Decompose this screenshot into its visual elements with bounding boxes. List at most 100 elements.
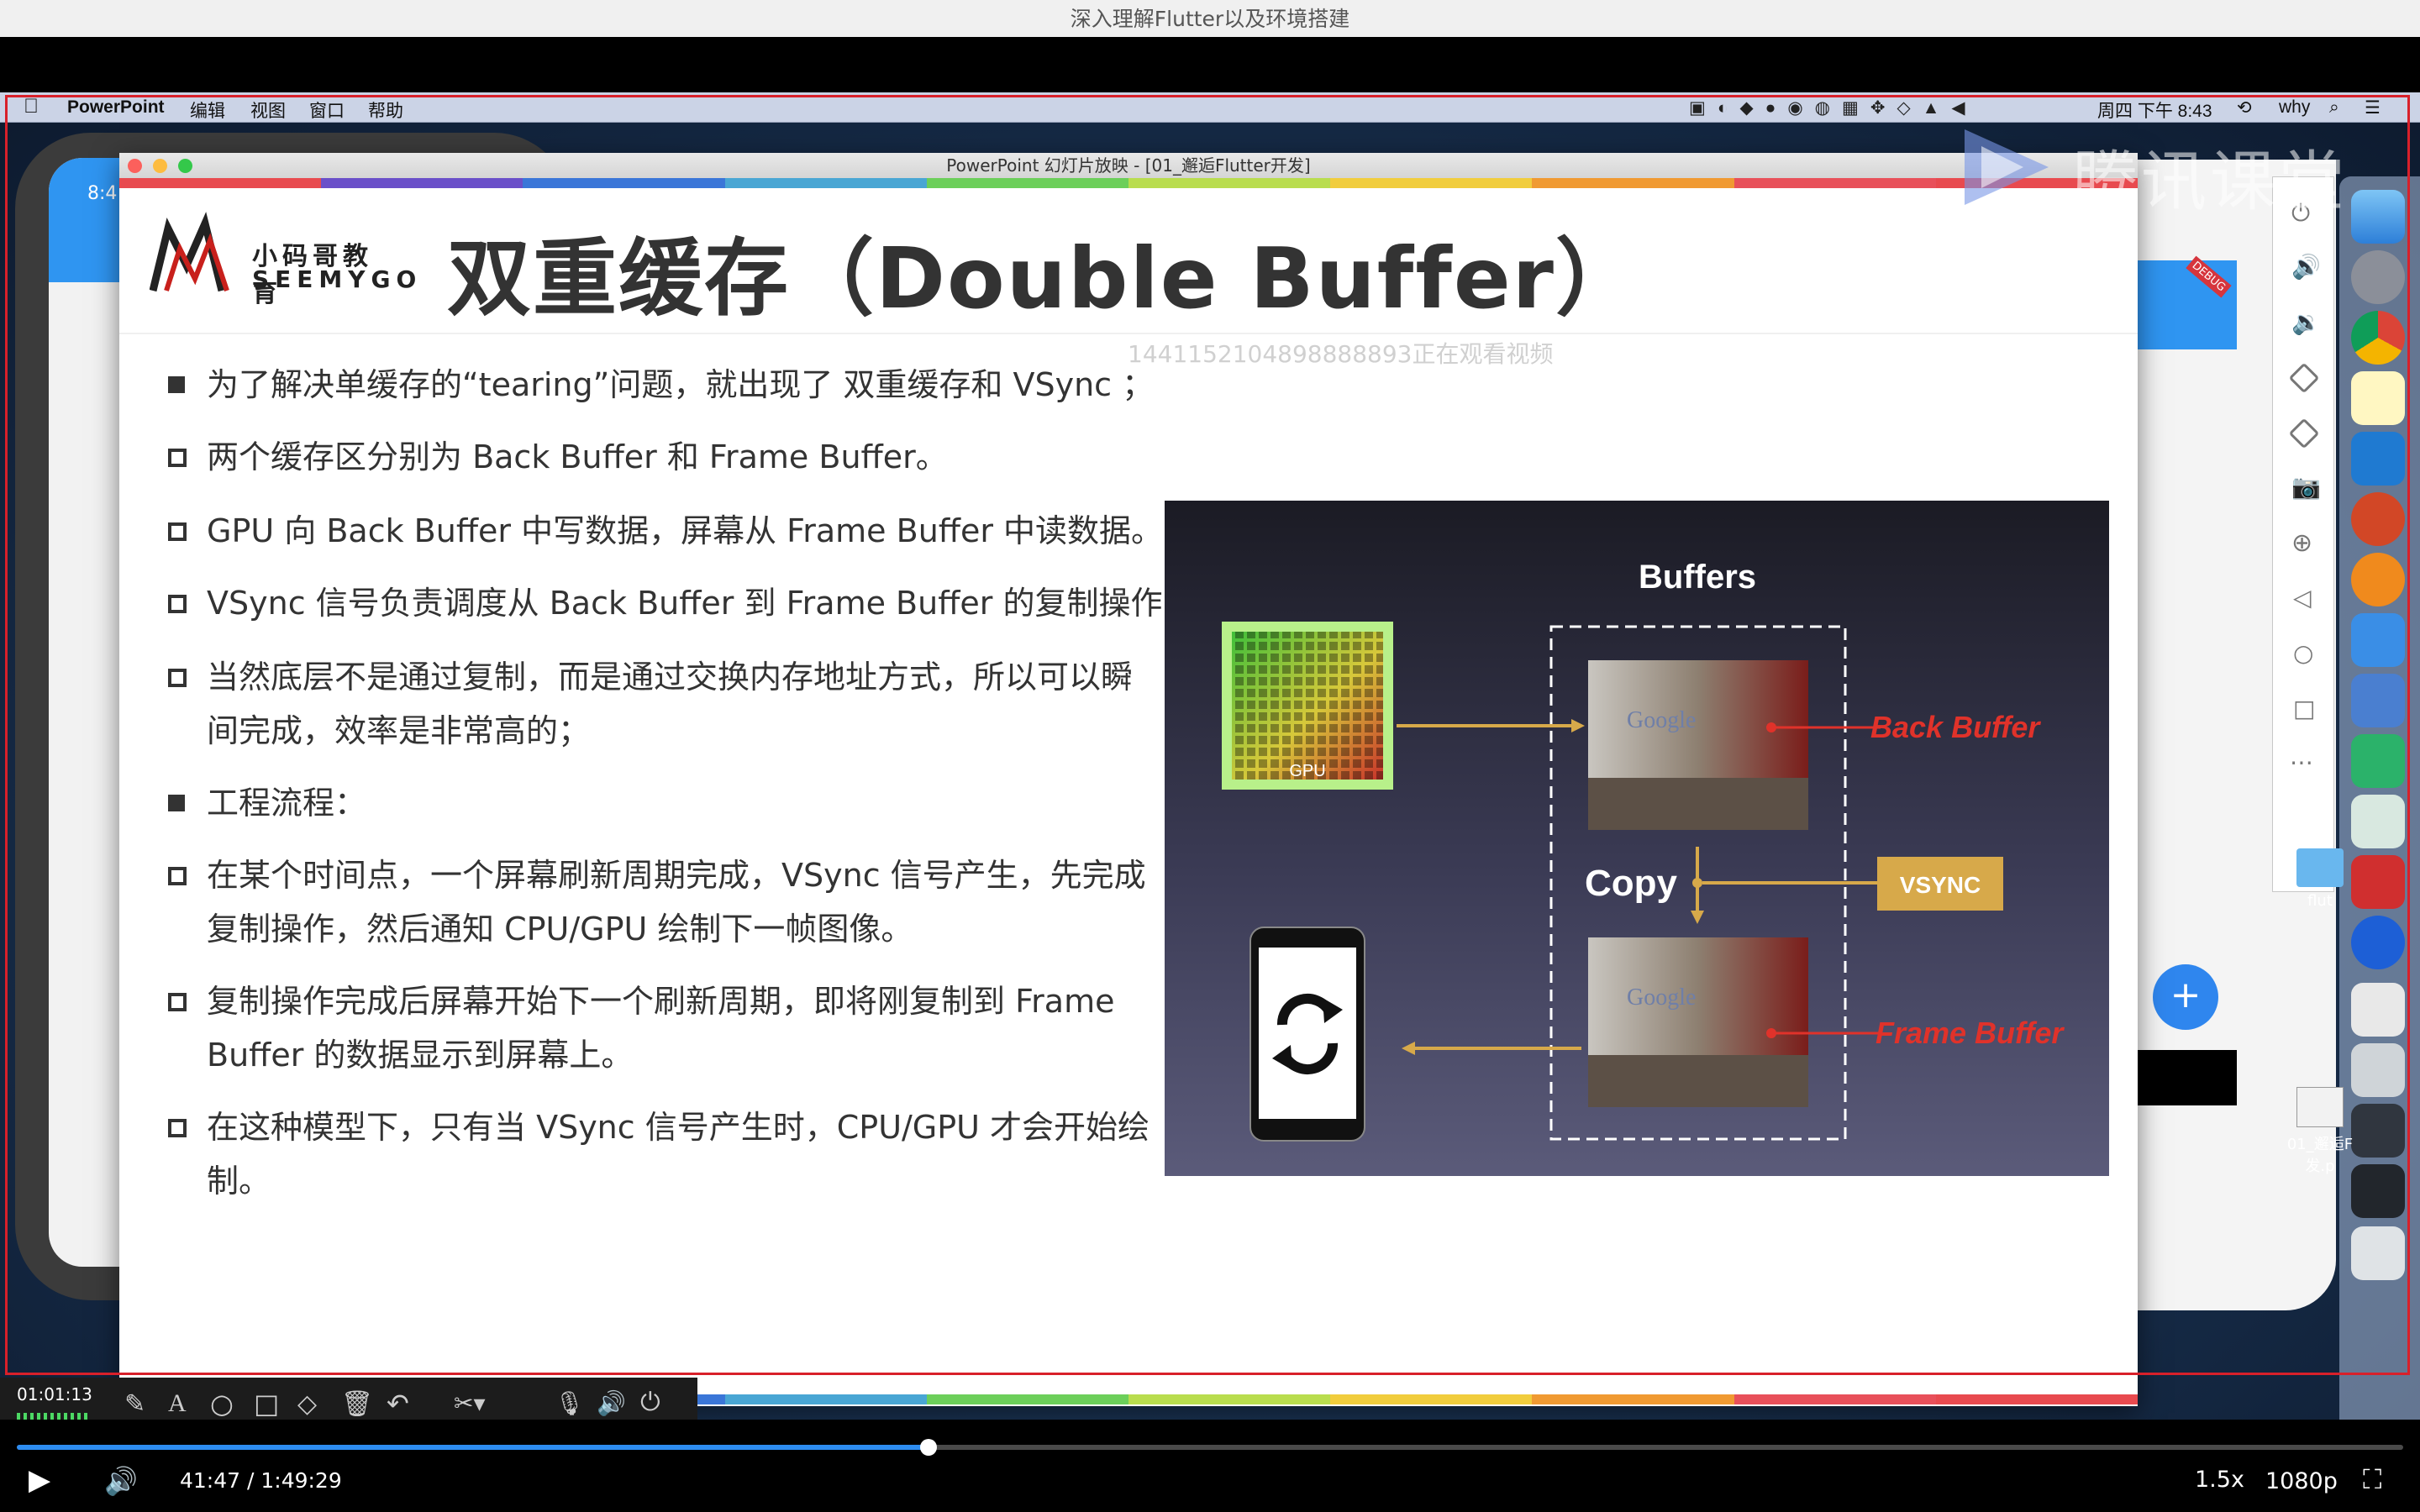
menu-help: 帮助 xyxy=(368,102,403,121)
rainbow-segment xyxy=(1733,178,1936,188)
rainbow-segment xyxy=(724,178,927,188)
bullet-8: 复制操作完成后屏幕开始下一个刷新周期，即将刚复制到 Frame Buffer 的… xyxy=(168,974,1160,1082)
rotate-right-icon[interactable] xyxy=(2288,417,2320,449)
app-green-icon[interactable] xyxy=(2351,734,2405,788)
folder-icon xyxy=(2296,848,2344,887)
simulator-toolbar: ⏻ 🔊 🔉 📷 ⊕ ◁ ○ □ ⋯ xyxy=(2272,176,2334,892)
bullet-hollow-square-icon xyxy=(168,867,187,885)
volume-icon[interactable]: 🔊 xyxy=(104,1465,138,1497)
zoom-icon[interactable]: ⊕ xyxy=(2291,528,2312,558)
menu-edit: 编辑 xyxy=(190,102,225,121)
phone-status-time: 8:4 xyxy=(87,183,118,204)
apple-icon:  xyxy=(24,95,39,118)
finder-icon[interactable] xyxy=(2351,190,2405,244)
play-icon[interactable]: ▶ xyxy=(29,1463,50,1497)
bullet-5: 当然底层不是通过复制，而是通过交换内存地址方式，所以可以瞬间完成，效率是非常高的… xyxy=(168,650,1160,758)
back-icon[interactable]: ◁ xyxy=(2293,584,2312,612)
sync-icon: ⟲ xyxy=(2237,98,2252,118)
volume-up-icon[interactable]: 🔊 xyxy=(2291,253,2321,281)
rect-tool-icon[interactable]: □ xyxy=(254,1388,279,1420)
rainbow-segment xyxy=(1330,178,1533,188)
gpu-label: GPU xyxy=(1289,762,1325,780)
tools-menu-icon[interactable]: ✂▾ xyxy=(454,1389,486,1417)
quality-button[interactable]: 1080p xyxy=(2265,1468,2338,1494)
copy-label: Copy xyxy=(1585,863,1678,904)
android-studio-icon[interactable] xyxy=(2351,795,2405,848)
more-icon[interactable]: ⋯ xyxy=(2290,748,2313,776)
file-icon xyxy=(2296,1087,2344,1127)
powerpoint-icon[interactable] xyxy=(2351,492,2405,546)
desktop-file[interactable]: 01_邂逅F 发.p xyxy=(2274,1087,2366,1176)
phone-simulator-right-appbar: DEBUG xyxy=(2134,255,2237,349)
zoom-button[interactable] xyxy=(178,159,192,173)
mac-dock xyxy=(2339,176,2420,1420)
video-title-bar: 深入理解Flutter以及环境搭建 xyxy=(0,0,2420,37)
undo-icon[interactable]: ↶ xyxy=(387,1388,409,1420)
menu-app-name: PowerPoint xyxy=(67,97,165,117)
phone-simulator-right-bottom xyxy=(2134,1050,2237,1105)
launchpad-icon[interactable] xyxy=(2351,250,2405,304)
display-arrow-head xyxy=(1402,1042,1415,1055)
speed-button[interactable]: 1.5x xyxy=(2195,1467,2244,1493)
vscode-icon[interactable] xyxy=(2351,432,2405,486)
bullet-1: 为了解决单缓存的“tearing”问题，就出现了 双重缓存和 VSync ； xyxy=(168,358,1260,412)
rainbow-segment xyxy=(1128,1394,1331,1404)
slide-header-divider xyxy=(119,333,2138,334)
desktop-folder[interactable]: flut xyxy=(2274,848,2366,910)
close-button[interactable] xyxy=(128,159,142,173)
power-off-icon[interactable]: ⏻ xyxy=(640,1388,660,1417)
bullet-7: 在某个时间点，一个屏幕刷新周期完成，VSync 信号产生，先完成复制操作，然后通… xyxy=(168,848,1160,956)
bullet-hollow-square-icon xyxy=(168,1119,187,1137)
frame-buffer-image: Google xyxy=(1588,937,1808,1107)
rainbow-segment xyxy=(1532,178,1734,188)
bullet-hollow-square-icon xyxy=(168,669,187,687)
overview-icon[interactable]: □ xyxy=(2293,695,2315,722)
bullet-hollow-square-icon xyxy=(168,993,187,1011)
rainbow-segment xyxy=(724,1394,927,1404)
bullet-square-icon xyxy=(168,376,185,393)
rainbow-segment xyxy=(926,178,1129,188)
app-hexagon-icon[interactable] xyxy=(2351,553,2405,606)
app-diamond-icon[interactable] xyxy=(2351,613,2405,667)
eraser-icon[interactable]: ◇ xyxy=(297,1389,317,1419)
gpu-chip-icon: GPU xyxy=(1222,622,1393,790)
camera-icon[interactable]: 📷 xyxy=(2291,473,2321,501)
svg-text:Google: Google xyxy=(1627,707,1696,733)
menubar-user: why xyxy=(2279,97,2311,117)
rainbow-segment xyxy=(1128,178,1331,188)
app-blue-icon[interactable] xyxy=(2351,674,2405,727)
back-buffer-pointer-dot xyxy=(1766,722,1776,732)
trash-icon[interactable] xyxy=(2351,1226,2405,1280)
chrome-icon[interactable] xyxy=(2351,311,2405,365)
rainbow-segment xyxy=(523,178,725,188)
back-buffer-label: Back Buffer xyxy=(1870,710,2041,744)
circle-tool-icon[interactable]: ○ xyxy=(210,1388,234,1420)
diagram-svg: Buffers GPU Google Google Back Buffer Fr… xyxy=(1222,559,2065,1142)
volume-down-icon[interactable]: 🔉 xyxy=(2291,308,2321,336)
menu-view: 视图 xyxy=(250,102,286,121)
desktop-file-label-2: 发.p xyxy=(2305,1158,2335,1175)
video-frame[interactable]:  PowerPoint 编辑 视图 窗口 帮助 ▣◐◆●◉◍▦✥◇▲◀ 周四 … xyxy=(0,92,2420,1420)
letterbox-top xyxy=(0,37,2420,92)
microphone-icon[interactable]: 🎙 xyxy=(555,1389,585,1417)
fullscreen-icon[interactable]: ⛶ xyxy=(2363,1463,2381,1496)
window-thumb-1-icon[interactable] xyxy=(2351,983,2405,1037)
gpu-arrow-head xyxy=(1571,719,1585,732)
pen-icon[interactable]: ✎ xyxy=(124,1389,145,1419)
floating-add-button[interactable]: + xyxy=(2153,964,2218,1030)
bullet-6: 工程流程： xyxy=(168,776,1244,830)
mac-menu-bar:  PowerPoint 编辑 视图 窗口 帮助 ▣◐◆●◉◍▦✥◇▲◀ 周四 … xyxy=(0,92,2420,123)
app-bluecircle-icon[interactable] xyxy=(2351,916,2405,969)
progress-knob[interactable] xyxy=(920,1439,937,1456)
home-icon[interactable]: ○ xyxy=(2293,639,2313,667)
notes-icon[interactable] xyxy=(2351,371,2405,425)
text-tool-icon[interactable]: A xyxy=(168,1389,187,1418)
trash-tool-icon[interactable]: 🗑 xyxy=(341,1389,373,1419)
speaker-icon[interactable]: 🔊 xyxy=(597,1389,626,1417)
slide-title: 双重缓存（Double Buffer） xyxy=(447,229,1641,328)
frame-buffer-pointer-dot xyxy=(1766,1028,1776,1038)
bullet-9: 在这种模型下，只有当 VSync 信号产生时，CPU/GPU 才会开始绘制。 xyxy=(168,1100,1160,1208)
rotate-left-icon[interactable] xyxy=(2288,362,2320,394)
menu-window: 窗口 xyxy=(309,102,345,121)
minimize-button[interactable] xyxy=(153,159,167,173)
